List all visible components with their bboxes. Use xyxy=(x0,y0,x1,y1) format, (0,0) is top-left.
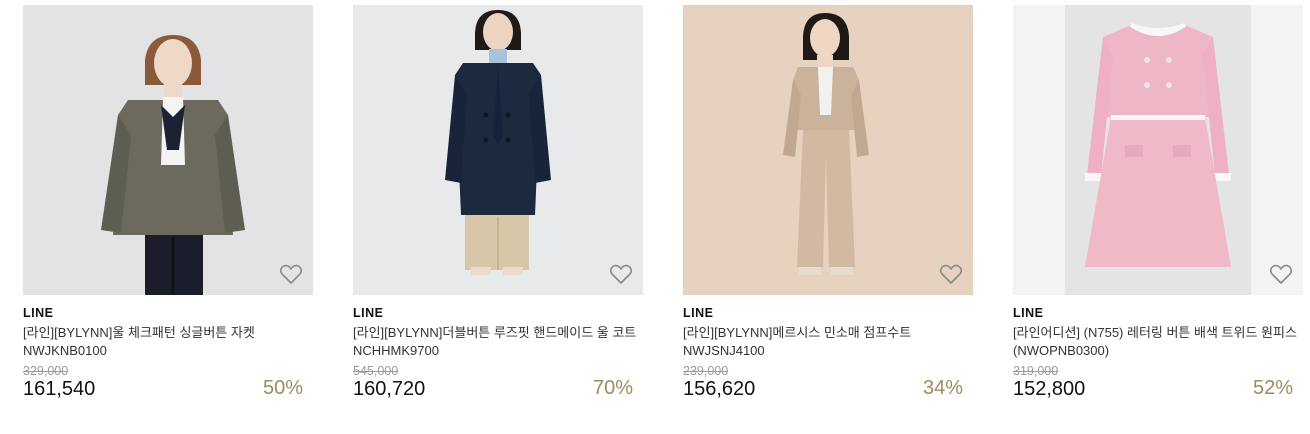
product-card[interactable]: LINE [라인][BYLYNN]울 체크패턴 싱글버튼 자켓 NWJKNB01… xyxy=(23,5,313,401)
product-title[interactable]: [라인][BYLYNN]더블버튼 루즈핏 핸드메이드 울 코트 NCHHMK97… xyxy=(353,324,643,360)
product-title[interactable]: [라인어디션] (N755) 레터링 버튼 배색 트위드 원피스 (NWOPNB… xyxy=(1013,324,1303,360)
discount-rate: 70% xyxy=(592,377,633,399)
product-title[interactable]: [라인][BYLYNN]메르시스 민소매 점프수트 NWJSNJ4100 xyxy=(683,324,973,360)
brand-name: LINE xyxy=(1013,306,1044,320)
product-photo xyxy=(683,5,973,295)
discount-rate: 52% xyxy=(1252,377,1293,399)
discount-rate: 34% xyxy=(922,377,963,399)
wishlist-heart-icon[interactable] xyxy=(279,263,303,285)
product-card[interactable]: LINE [라인][BYLYNN]더블버튼 루즈핏 핸드메이드 울 코트 NCH… xyxy=(353,5,643,401)
wishlist-heart-icon[interactable] xyxy=(939,263,963,285)
price-block: 545,000 160,720 70% xyxy=(353,365,643,401)
product-image[interactable] xyxy=(353,5,643,295)
product-image[interactable] xyxy=(23,5,313,295)
wishlist-heart-icon[interactable] xyxy=(1269,263,1293,285)
brand-name: LINE xyxy=(23,306,54,320)
price-block: 329,000 161,540 50% xyxy=(23,365,313,401)
brand-name: LINE xyxy=(353,306,384,320)
price-block: 239,000 156,620 34% xyxy=(683,365,973,401)
product-photo xyxy=(23,5,313,295)
product-photo xyxy=(1013,5,1303,295)
discount-rate: 50% xyxy=(262,377,303,399)
brand-name: LINE xyxy=(683,306,714,320)
product-card[interactable]: LINE [라인어디션] (N755) 레터링 버튼 배색 트위드 원피스 (N… xyxy=(1013,5,1303,401)
product-grid: LINE [라인][BYLYNN]울 체크패턴 싱글버튼 자켓 NWJKNB01… xyxy=(0,0,1310,434)
wishlist-heart-icon[interactable] xyxy=(609,263,633,285)
product-image[interactable] xyxy=(683,5,973,295)
product-photo xyxy=(353,5,643,295)
product-title[interactable]: [라인][BYLYNN]울 체크패턴 싱글버튼 자켓 NWJKNB0100 xyxy=(23,324,313,360)
price-block: 319,000 152,800 52% xyxy=(1013,365,1303,401)
product-card[interactable]: LINE [라인][BYLYNN]메르시스 민소매 점프수트 NWJSNJ410… xyxy=(683,5,973,401)
product-image[interactable] xyxy=(1013,5,1303,295)
